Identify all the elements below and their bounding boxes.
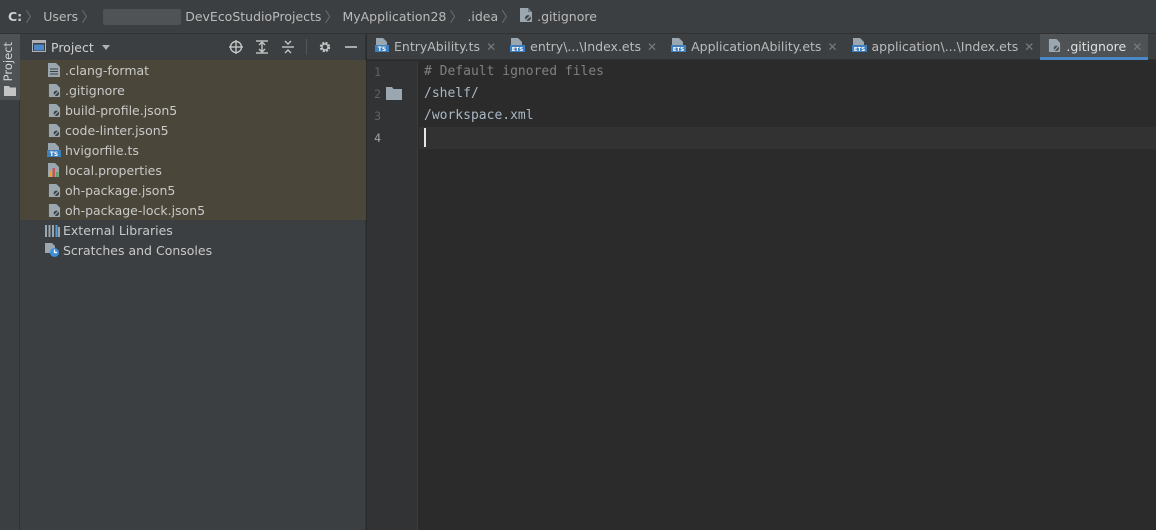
project-tree: .clang-format .gitignore build-profile.j… <box>20 60 366 260</box>
folder-icon <box>386 87 402 103</box>
tree-item-gitignore[interactable]: .gitignore <box>20 80 366 100</box>
tab-label: entry\...\Index.ets <box>530 39 642 54</box>
ignore-file-icon <box>46 82 62 98</box>
tab-label: application\...\Index.ets <box>871 39 1019 54</box>
tab-applicationability-ets[interactable]: ETS ApplicationAbility.ets ✕ <box>663 34 843 59</box>
project-panel-title[interactable]: Project <box>51 40 94 55</box>
expand-all-icon[interactable] <box>254 39 270 55</box>
tree-item-external-libraries[interactable]: External Libraries <box>20 220 366 240</box>
toolbar-divider <box>306 39 307 55</box>
tree-item-label: hvigorfile.ts <box>65 142 139 158</box>
tree-item-label: oh-package-lock.json5 <box>65 202 206 218</box>
tab-gitignore[interactable]: .gitignore ✕ <box>1040 34 1149 60</box>
tree-item-label: code-linter.json5 <box>65 122 169 138</box>
breadcrumb-item-users[interactable]: Users <box>43 0 78 34</box>
tab-entryability-ts[interactable]: TS EntryAbility.ts ✕ <box>367 34 502 59</box>
navigation-breadcrumb: C: 〉 Users 〉 DevEcoStudioProjects 〉 MyAp… <box>0 0 1156 34</box>
tree-item-oh-package[interactable]: oh-package.json5 <box>20 180 366 200</box>
svg-text:TS: TS <box>378 46 386 52</box>
json5-file-icon <box>46 102 62 118</box>
tree-item-label: External Libraries <box>63 222 173 238</box>
gear-icon[interactable] <box>317 39 333 55</box>
breadcrumb-separator: 〉 <box>501 9 516 26</box>
close-icon[interactable]: ✕ <box>486 40 496 54</box>
tab-application-index-ets[interactable]: ETS application\...\Index.ets ✕ <box>844 34 1041 59</box>
close-icon[interactable]: ✕ <box>827 40 837 54</box>
tree-item-build-profile[interactable]: build-profile.json5 <box>20 100 366 120</box>
ignore-file-icon <box>519 7 533 26</box>
text-caret <box>424 128 426 147</box>
project-tool-window-tab[interactable]: Project <box>0 34 20 100</box>
tree-item-code-linter[interactable]: code-linter.json5 <box>20 120 366 140</box>
svg-text:TS: TS <box>50 151 58 157</box>
text-file-icon <box>46 62 62 78</box>
tree-item-label: .clang-format <box>65 62 150 78</box>
project-view-icon <box>32 39 46 55</box>
project-panel-header: Project <box>20 34 365 60</box>
properties-file-icon <box>46 162 62 178</box>
ts-file-icon: TS <box>375 38 389 55</box>
json5-file-icon <box>46 202 62 218</box>
project-tool-label: Project <box>1 42 15 82</box>
tree-item-label: Scratches and Consoles <box>63 242 213 258</box>
line-number: 3 <box>374 109 381 123</box>
breadcrumb-separator: 〉 <box>449 9 464 26</box>
ets-file-icon: ETS <box>510 38 526 55</box>
editor-tabs: TS EntryAbility.ts ✕ ETS entry\...\Index… <box>367 34 1156 60</box>
code-line[interactable]: /shelf/ <box>424 86 479 101</box>
current-line-highlight <box>419 127 1156 149</box>
scratches-icon <box>44 242 60 258</box>
breadcrumb-drive[interactable]: C: <box>8 0 22 34</box>
tree-item-label: .gitignore <box>65 82 125 98</box>
tab-label: .gitignore <box>1066 39 1127 54</box>
svg-text:ETS: ETS <box>673 47 685 52</box>
tree-item-local-properties[interactable]: local.properties <box>20 160 366 180</box>
libraries-icon <box>44 222 60 238</box>
ignore-file-icon <box>1048 38 1061 56</box>
breadcrumb-redacted-username <box>103 8 182 25</box>
folder-icon <box>4 84 16 99</box>
line-number: 1 <box>374 65 381 79</box>
tree-item-label: local.properties <box>65 162 162 178</box>
tree-item-scratches-and-consoles[interactable]: Scratches and Consoles <box>20 240 366 260</box>
json5-file-icon <box>46 182 62 198</box>
code-editor[interactable]: 1 2 3 4 # Default ignored files /shelf/ … <box>367 61 1156 530</box>
breadcrumb-separator: 〉 <box>25 9 40 26</box>
breadcrumb-separator: 〉 <box>81 9 96 26</box>
minimize-icon[interactable] <box>343 39 359 55</box>
project-panel: Project .clang-format .gitignore build-p… <box>20 34 366 530</box>
breadcrumb-item-idea[interactable]: .idea <box>467 0 498 34</box>
collapse-all-icon[interactable] <box>280 39 296 55</box>
tree-item-clang-format[interactable]: .clang-format <box>20 60 366 80</box>
line-number: 4 <box>374 131 381 145</box>
code-line[interactable]: /workspace.xml <box>424 108 534 123</box>
tab-label: EntryAbility.ts <box>394 39 481 54</box>
json5-file-icon <box>46 122 62 138</box>
svg-text:ETS: ETS <box>853 47 865 52</box>
ets-file-icon: ETS <box>671 38 687 55</box>
svg-text:ETS: ETS <box>512 47 524 52</box>
breadcrumb-separator: 〉 <box>324 9 339 26</box>
code-line[interactable]: # Default ignored files <box>424 64 604 79</box>
close-icon[interactable]: ✕ <box>647 40 657 54</box>
tree-item-hvigorfile[interactable]: TS hvigorfile.ts <box>20 140 366 160</box>
close-icon[interactable]: ✕ <box>1024 40 1034 54</box>
line-number: 2 <box>374 87 381 101</box>
ts-file-icon: TS <box>46 142 62 158</box>
tab-entry-index-ets[interactable]: ETS entry\...\Index.ets ✕ <box>502 34 663 59</box>
close-icon[interactable]: ✕ <box>1132 40 1142 54</box>
breadcrumb-item-application[interactable]: MyApplication28 <box>342 0 446 34</box>
tree-item-label: oh-package.json5 <box>65 182 176 198</box>
breadcrumb-item-gitignore[interactable]: .gitignore <box>537 0 597 34</box>
ets-file-icon: ETS <box>851 38 867 55</box>
tree-item-label: build-profile.json5 <box>65 102 178 118</box>
breadcrumb-item-projects[interactable]: DevEcoStudioProjects <box>185 0 321 34</box>
tree-item-oh-package-lock[interactable]: oh-package-lock.json5 <box>20 200 366 220</box>
tab-label: ApplicationAbility.ets <box>691 39 822 54</box>
project-panel-toolbar <box>228 34 359 60</box>
editor-gutter: 1 2 3 4 <box>367 61 418 530</box>
left-tool-strip: Project <box>0 34 20 530</box>
chevron-down-icon[interactable] <box>101 44 110 50</box>
locate-icon[interactable] <box>228 39 244 55</box>
